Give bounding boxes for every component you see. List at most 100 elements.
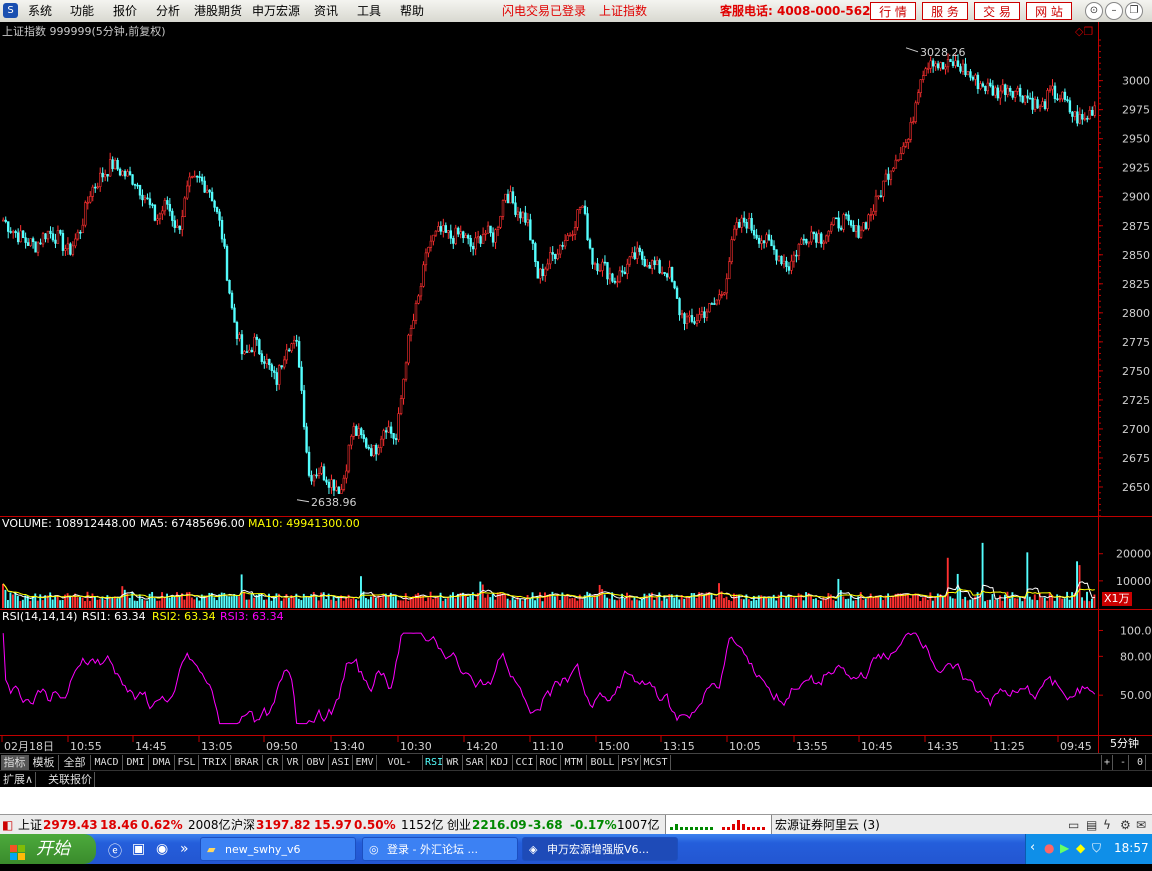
menu-swhy[interactable]: 申万宏源 [252, 0, 300, 22]
indicator-tab-trix[interactable]: TRIX [199, 755, 231, 770]
indicator-tab-emv[interactable]: EMV [353, 755, 377, 770]
message-icon[interactable]: ✉ [1136, 815, 1146, 835]
reset-button[interactable]: 0 [1135, 755, 1147, 770]
indicator-tab-vol-tdx[interactable]: VOL-TDX [377, 755, 423, 783]
candle-body [39, 242, 42, 245]
indicator-tab-wr[interactable]: WR [443, 755, 463, 770]
website-button[interactable]: 网 站 [1026, 2, 1072, 20]
candle-body [287, 349, 291, 352]
zoom-out-button[interactable]: - [1118, 755, 1130, 770]
candle-body [372, 444, 375, 456]
indicator-tab-mcst[interactable]: MCST [641, 755, 671, 770]
browser-icon[interactable]: ◉ [156, 841, 168, 857]
task-browser[interactable]: ◎ 登录 - 外汇论坛 ... [362, 837, 518, 861]
indicator-tab-boll[interactable]: BOLL [587, 755, 619, 770]
indicator-tab-kdj[interactable]: KDJ [487, 755, 513, 770]
indicator-tab-cci[interactable]: CCI [513, 755, 537, 770]
menu-hk-futures[interactable]: 港股期货 [194, 0, 242, 22]
menu-help[interactable]: 帮助 [400, 0, 424, 22]
indicator-tab-dma[interactable]: DMA [149, 755, 175, 770]
volume-bar [1011, 592, 1014, 608]
candle-body [603, 261, 607, 264]
expand-quicklaunch-icon[interactable]: » [180, 841, 189, 857]
trade-button[interactable]: 交 易 [974, 2, 1020, 20]
volume-bar [300, 600, 303, 608]
indicator-tab-dmi[interactable]: DMI [123, 755, 149, 770]
price-tick-label: 2975 [1122, 104, 1150, 117]
indicator-tab-cr[interactable]: CR [263, 755, 283, 770]
sh-name[interactable]: 上证 [18, 815, 42, 835]
volume-bar [867, 598, 870, 608]
minimize-icon[interactable]: – [1105, 2, 1123, 20]
flash-trade-status[interactable]: 闪电交易已登录 [502, 0, 586, 22]
candle-body [544, 268, 547, 277]
menu-analysis[interactable]: 分析 [156, 0, 180, 22]
task-swhy-app[interactable]: ◈ 申万宏源增强版V6... [522, 837, 678, 861]
indicator-tab-asi[interactable]: ASI [329, 755, 353, 770]
panel-icon[interactable]: ▭ [1068, 815, 1079, 835]
indicator-tab-sar[interactable]: SAR [463, 755, 487, 770]
tray-arrow-icon[interactable]: ‹ [1030, 840, 1035, 855]
indicator-tab-vr[interactable]: VR [283, 755, 303, 770]
stock-chart[interactable]: 2650 2675 2700 2725 2750 2775 2800 2825 2850 2875… [0, 22, 1152, 753]
indicator-tab-模板[interactable]: 模板 [29, 755, 59, 770]
candle-body [566, 235, 569, 241]
candle-body [489, 225, 492, 234]
zoom-in-button[interactable]: + [1101, 755, 1114, 770]
candle-body [176, 225, 179, 228]
candle-body [377, 447, 380, 455]
candle-body [685, 316, 689, 324]
expand-tab[interactable]: 扩展∧ [1, 772, 37, 787]
related-quotes-tab[interactable]: 关联报价 [46, 772, 95, 787]
quotes-button[interactable]: 行 情 [870, 2, 916, 20]
candle-body [178, 225, 181, 230]
tray-media-icon[interactable]: ▶ [1060, 841, 1069, 855]
indicator-tab-mtm[interactable]: MTM [561, 755, 587, 770]
candle-body [999, 90, 1002, 99]
candle-body [971, 76, 975, 80]
restore-icon[interactable]: ❐ [1125, 2, 1143, 20]
indicator-tab-brar[interactable]: BRAR [231, 755, 263, 770]
current-index-link[interactable]: 上证指数 [599, 0, 647, 22]
period-label[interactable]: 5分钟 [1110, 737, 1139, 751]
hs-name[interactable]: 沪深 [231, 815, 255, 835]
start-button[interactable]: 开始 [0, 834, 96, 864]
candle-body [484, 232, 487, 235]
service-button[interactable]: 服 务 [922, 2, 968, 20]
tray-app-icon[interactable]: ● [1044, 841, 1054, 855]
tray-security-icon[interactable]: ⛉ [1092, 841, 1101, 856]
candle-body [1048, 88, 1052, 91]
server-name[interactable]: 宏源证券阿里云 (3) [775, 815, 880, 835]
desktop-icon[interactable]: ▣ [132, 841, 145, 857]
indicator-tab-fsl[interactable]: FSL [175, 755, 199, 770]
status-icon: ◧ [2, 818, 14, 832]
chart-options-icon[interactable]: ◇❐ [1075, 25, 1093, 39]
lock-icon[interactable]: ▤ [1086, 815, 1097, 835]
ie-icon[interactable]: ⓔ [108, 841, 122, 861]
menu-quote[interactable]: 报价 [113, 0, 137, 22]
volume-bar [1018, 597, 1021, 608]
dropdown-icon[interactable]: ⊙ [1085, 2, 1103, 20]
indicator-tab-roc[interactable]: ROC [537, 755, 561, 770]
indicator-tab-rsi[interactable]: RSI [423, 755, 443, 770]
menu-system[interactable]: 系统 [28, 0, 52, 22]
tray-network-icon[interactable]: ◆ [1076, 841, 1085, 855]
chart-area[interactable]: 2650 2675 2700 2725 2750 2775 2800 2825 2850 2875… [0, 22, 1152, 753]
menu-info[interactable]: 资讯 [314, 0, 338, 22]
volume-bar [59, 600, 62, 608]
indicator-tab-指标[interactable]: 指标 [1, 755, 29, 770]
indicator-tab-macd[interactable]: MACD [91, 755, 123, 770]
menu-tools[interactable]: 工具 [357, 0, 381, 22]
signal-icon[interactable]: ϟ [1103, 815, 1111, 835]
indicator-tab-obv[interactable]: OBV [303, 755, 329, 770]
settings-icon[interactable]: ⚙ [1120, 815, 1131, 835]
cy-name[interactable]: 创业 [447, 815, 471, 835]
indicator-tab-psy[interactable]: PSY [619, 755, 641, 770]
menu-function[interactable]: 功能 [70, 0, 94, 22]
volume-bar [103, 599, 106, 608]
volume-bar [1016, 598, 1019, 608]
volume-bar [265, 599, 268, 608]
indicator-tab-全部[interactable]: 全部 [59, 755, 91, 770]
task-folder[interactable]: ▰ new_swhy_v6 [200, 837, 356, 861]
volume-bar [767, 598, 770, 608]
